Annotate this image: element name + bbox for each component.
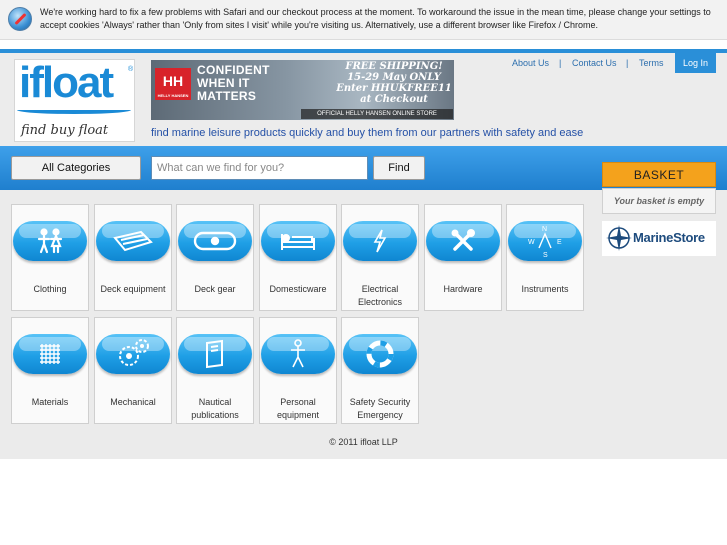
category-label: Instruments (521, 284, 569, 294)
category-label: Hardware (443, 284, 483, 294)
category-button[interactable] (261, 221, 335, 261)
category-button[interactable] (178, 221, 252, 261)
category-button[interactable] (261, 334, 335, 374)
category-materials[interactable]: Materials (11, 317, 89, 424)
category-personal-equipment[interactable]: Personal equipment (259, 317, 337, 424)
compass-rose-icon (606, 225, 632, 251)
category-button[interactable] (426, 221, 500, 261)
person-icon (261, 334, 335, 374)
nav-separator: | (559, 58, 562, 68)
category-label: Domesticware (269, 284, 327, 294)
logo-registered-mark: ® (128, 66, 134, 73)
svg-text:W: W (528, 239, 535, 246)
bed-icon (261, 221, 335, 261)
category-deck-gear[interactable]: Deck gear (176, 204, 254, 311)
basket-empty-text: Your basket is empty (602, 188, 716, 214)
category-button[interactable] (13, 221, 87, 261)
people-icon (13, 221, 87, 261)
banner-footer: OFFICIAL HELLY HANSEN ONLINE STORE (301, 109, 453, 119)
hh-badge: HH HELLY HANSEN (155, 68, 191, 100)
safari-compass-icon (8, 7, 32, 31)
category-label: Deck equipment (100, 284, 166, 294)
logo-wave (17, 106, 131, 114)
login-button[interactable]: Log In (675, 53, 716, 73)
category-hardware[interactable]: Hardware (424, 204, 502, 311)
banner-promo: FREE SHIPPING! 15-29 May ONLY Enter HHUK… (336, 61, 452, 105)
category-button[interactable] (343, 334, 417, 374)
all-categories-button[interactable]: All Categories (11, 156, 141, 180)
about-us-link[interactable]: About Us (512, 58, 549, 68)
hh-badge-text: HH (162, 73, 184, 89)
category-button[interactable] (178, 334, 252, 374)
category-nautical-publications[interactable]: Nautical publications (176, 317, 254, 424)
site-tagline: find marine leisure products quickly and… (151, 127, 584, 139)
lightning-icon (343, 221, 417, 261)
category-label: Mechanical (110, 397, 156, 407)
notice-text: We're working hard to fix a few problems… (40, 7, 711, 30)
category-deck-equipment[interactable]: Deck equipment (94, 204, 172, 311)
category-mechanical[interactable]: Mechanical (94, 317, 172, 424)
basket-button[interactable]: BASKET (602, 162, 716, 187)
category-label: Materials (31, 397, 69, 407)
contact-us-link[interactable]: Contact Us (572, 58, 617, 68)
category-safety-security-emergency[interactable]: Safety Security Emergency (341, 317, 419, 424)
fabric-icon (13, 334, 87, 374)
book-icon (178, 334, 252, 374)
lifebuoy-icon (343, 334, 417, 374)
chain-icon (178, 221, 252, 261)
compass-icon: N S W E (508, 221, 582, 261)
tools-icon (426, 221, 500, 261)
cookie-notice-bar: We're working hard to fix a few problems… (0, 0, 727, 40)
category-instruments[interactable]: N S W E Instruments (506, 204, 584, 311)
category-label: Personal equipment (276, 397, 320, 420)
logo-wordmark: ifloat (19, 58, 114, 107)
category-label: Nautical publications (191, 397, 239, 420)
nav-separator: | (626, 58, 629, 68)
gears-icon (96, 334, 170, 374)
helly-hansen-banner[interactable]: HH HELLY HANSEN CONFIDENT WHEN IT MATTER… (151, 60, 454, 120)
marinestore-name: MarineStore (633, 230, 705, 245)
hh-badge-sub: HELLY HANSEN (157, 93, 189, 98)
category-button[interactable] (343, 221, 417, 261)
category-electrical-electronics[interactable]: Electrical Electronics (341, 204, 419, 311)
category-button[interactable] (13, 334, 87, 374)
category-domesticware[interactable]: Domesticware (259, 204, 337, 311)
category-label: Clothing (33, 284, 67, 294)
ifloat-logo[interactable]: ifloat ® find buy float (14, 58, 135, 142)
category-label: Deck gear (194, 284, 236, 294)
logo-tagline: find buy float (21, 123, 109, 138)
banner-headline: CONFIDENT WHEN IT MATTERS (197, 63, 270, 103)
terms-link[interactable]: Terms (639, 58, 664, 68)
marinestore-logo[interactable]: MarineStore (602, 221, 716, 256)
find-button[interactable]: Find (373, 156, 425, 180)
category-button[interactable] (96, 221, 170, 261)
category-label: Safety Security Emergency (349, 397, 411, 420)
svg-text:S: S (543, 252, 548, 258)
category-button[interactable]: N S W E (508, 221, 582, 261)
category-button[interactable] (96, 334, 170, 374)
svg-text:E: E (557, 239, 562, 246)
dinghy-icon (96, 221, 170, 261)
copyright: © 2011 ifloat LLP (329, 437, 398, 447)
category-label: Electrical Electronics (357, 284, 402, 307)
search-input[interactable] (151, 156, 368, 180)
svg-text:N: N (542, 226, 547, 233)
category-clothing[interactable]: Clothing (11, 204, 89, 311)
